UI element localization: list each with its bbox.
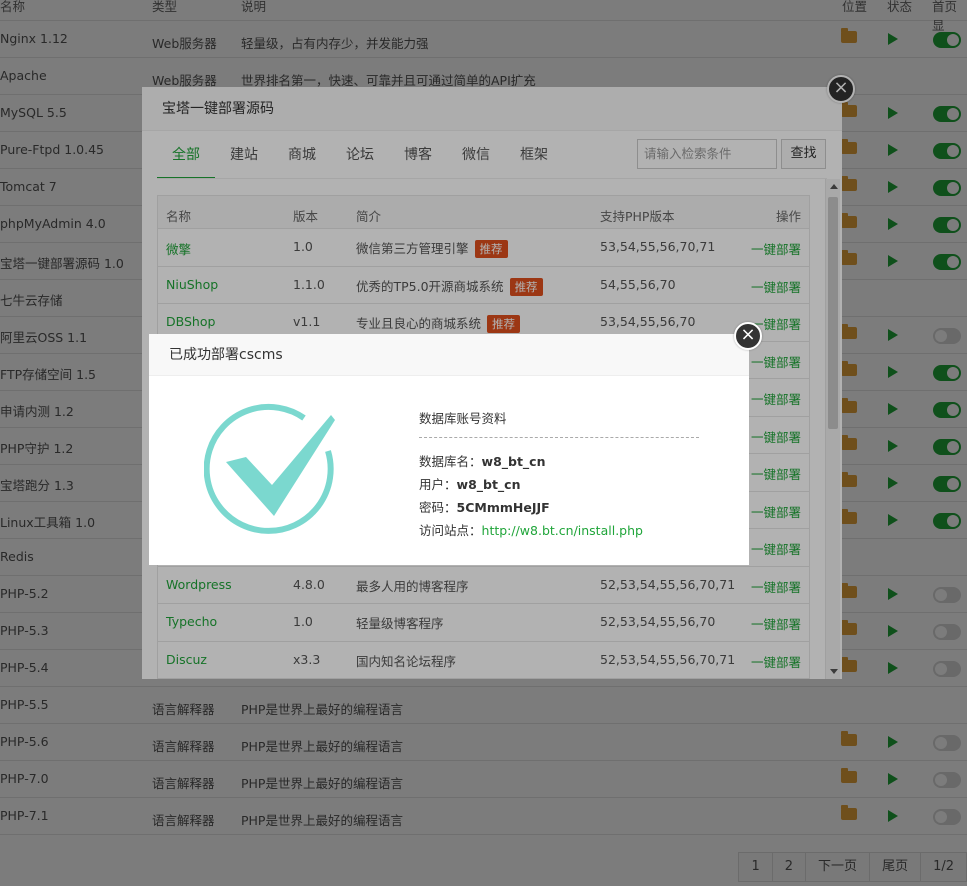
user-line: 用户：w8_bt_cn xyxy=(419,473,699,496)
user-label: 用户： xyxy=(419,477,457,492)
password-label: 密码： xyxy=(419,500,457,515)
db-name-line: 数据库名：w8_bt_cn xyxy=(419,450,699,473)
site-label: 访问站点： xyxy=(419,523,482,538)
site-link[interactable]: http://w8.bt.cn/install.php xyxy=(482,523,643,538)
success-title: 已成功部署cscms xyxy=(149,334,749,376)
password-line: 密码：5CMmmHeJJF xyxy=(419,496,699,519)
info-title: 数据库账号资料 xyxy=(419,408,699,438)
site-line: 访问站点：http://w8.bt.cn/install.php xyxy=(419,519,699,542)
user-value: w8_bt_cn xyxy=(456,477,521,492)
success-check-icon xyxy=(204,403,335,534)
close-icon[interactable]: × xyxy=(734,322,762,350)
deploy-success-dialog: 已成功部署cscms × 数据库账号资料 数据库名：w8_bt_cn 用户：w8… xyxy=(149,322,762,565)
db-name-label: 数据库名： xyxy=(419,454,482,469)
db-account-info: 数据库账号资料 数据库名：w8_bt_cn 用户：w8_bt_cn 密码：5CM… xyxy=(419,408,699,542)
password-value: 5CMmmHeJJF xyxy=(456,500,550,515)
db-name-value: w8_bt_cn xyxy=(481,454,546,469)
